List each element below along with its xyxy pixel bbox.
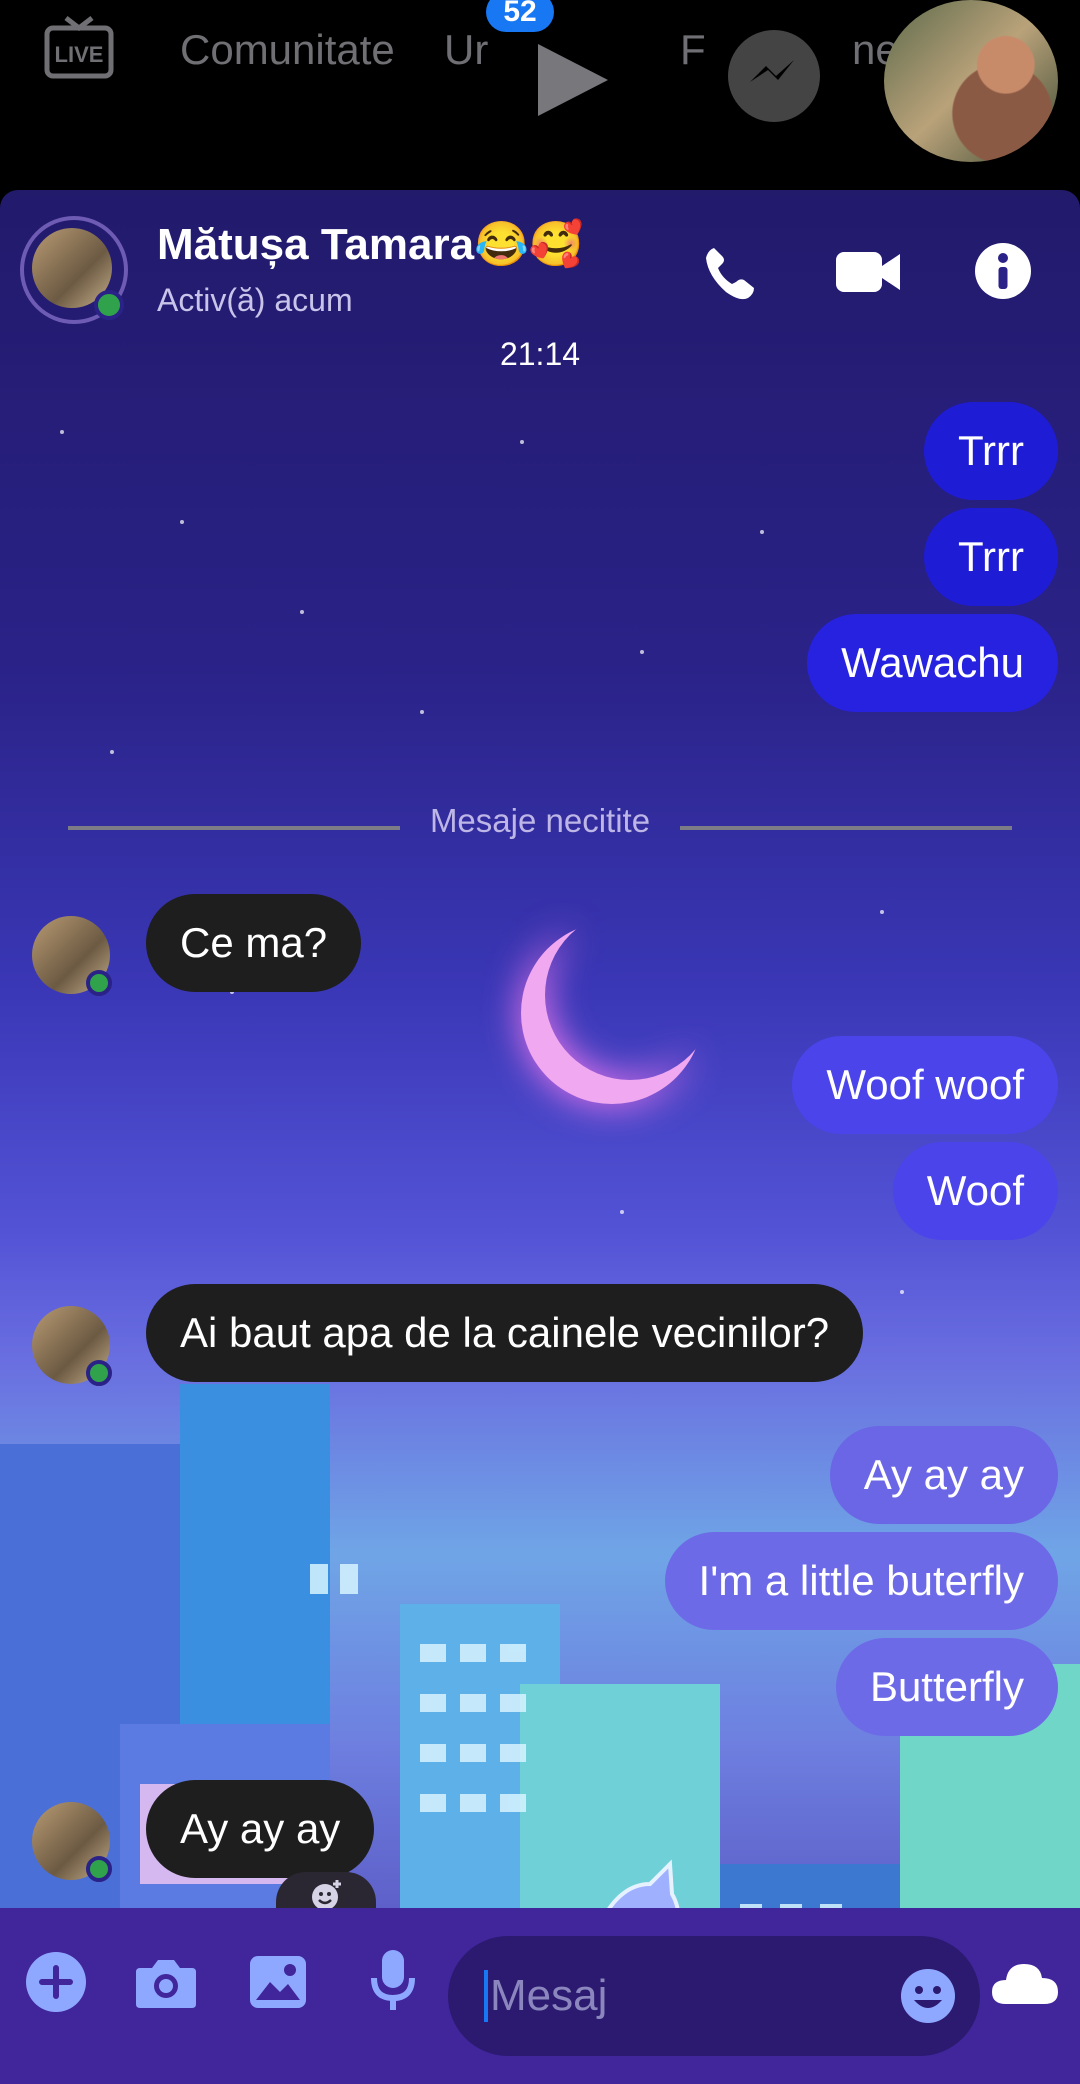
video-icon[interactable] — [834, 246, 902, 298]
message-bubble-sent[interactable]: Wawachu — [807, 614, 1058, 712]
mic-icon[interactable] — [368, 1948, 418, 2014]
info-icon[interactable] — [974, 242, 1032, 300]
profile-avatar[interactable] — [884, 0, 1058, 162]
add-reaction-button[interactable] — [276, 1872, 376, 1912]
message-bubble-sent[interactable]: Trrr — [923, 402, 1058, 500]
online-indicator — [86, 970, 112, 996]
tab-partial[interactable]: Ur — [444, 26, 488, 74]
message-bubble-received[interactable]: Ai baut apa de la cainele vecinilor? — [146, 1284, 864, 1382]
message-input[interactable]: Mesaj — [448, 1936, 980, 2056]
message-bubble-sent[interactable]: Ay ay ay — [829, 1426, 1058, 1524]
moon-illustration — [545, 910, 715, 1080]
message-bubble-sent[interactable]: Woof — [892, 1142, 1058, 1240]
message-bubble-received[interactable]: Ay ay ay — [146, 1780, 375, 1878]
chat-panel: Mătușa Tamara😂🥰 Activ(ă) acum 21:14 Trrr… — [0, 190, 1080, 2084]
cloud-icon[interactable] — [990, 1960, 1060, 2008]
unread-divider-label: Mesaje necitite — [429, 802, 651, 839]
contact-name[interactable]: Mătușa Tamara😂🥰 — [157, 218, 584, 270]
phone-icon[interactable] — [700, 242, 762, 304]
online-indicator — [94, 290, 124, 320]
message-bubble-received[interactable]: Ce ma? — [146, 894, 362, 992]
live-icon[interactable]: LIVE — [44, 14, 114, 80]
message-bubble-sent[interactable]: Butterfly — [835, 1638, 1058, 1736]
plus-icon[interactable] — [24, 1950, 88, 2014]
message-bubble-sent[interactable]: Trrr — [923, 508, 1058, 606]
unread-divider-right — [680, 826, 1012, 830]
contact-status: Activ(ă) acum — [157, 282, 353, 318]
add-reaction-icon — [312, 1880, 341, 1910]
online-indicator — [86, 1360, 112, 1386]
emoji-icon[interactable] — [900, 1968, 956, 2024]
message-composer: Mesaj — [0, 1908, 1080, 2084]
app-top-bar: LIVE Comunitate Ur 52 F ne — [0, 0, 1080, 190]
svg-text:LIVE: LIVE — [55, 42, 104, 67]
message-bubble-sent[interactable]: I'm a little buterfly — [664, 1532, 1058, 1630]
message-bubble-sent[interactable]: Woof woof — [792, 1036, 1058, 1134]
camera-icon[interactable] — [134, 1954, 198, 2010]
message-timestamp: 21:14 — [499, 336, 581, 372]
play-icon[interactable] — [530, 38, 614, 122]
online-indicator — [86, 1856, 112, 1882]
tab-comunitate[interactable]: Comunitate — [180, 26, 395, 74]
tab-partial-f[interactable]: F — [680, 26, 706, 74]
messenger-icon[interactable] — [728, 30, 820, 122]
notification-badge: 52 — [486, 0, 554, 32]
message-input-placeholder: Mesaj — [484, 1970, 607, 2022]
gallery-icon[interactable] — [248, 1952, 308, 2012]
